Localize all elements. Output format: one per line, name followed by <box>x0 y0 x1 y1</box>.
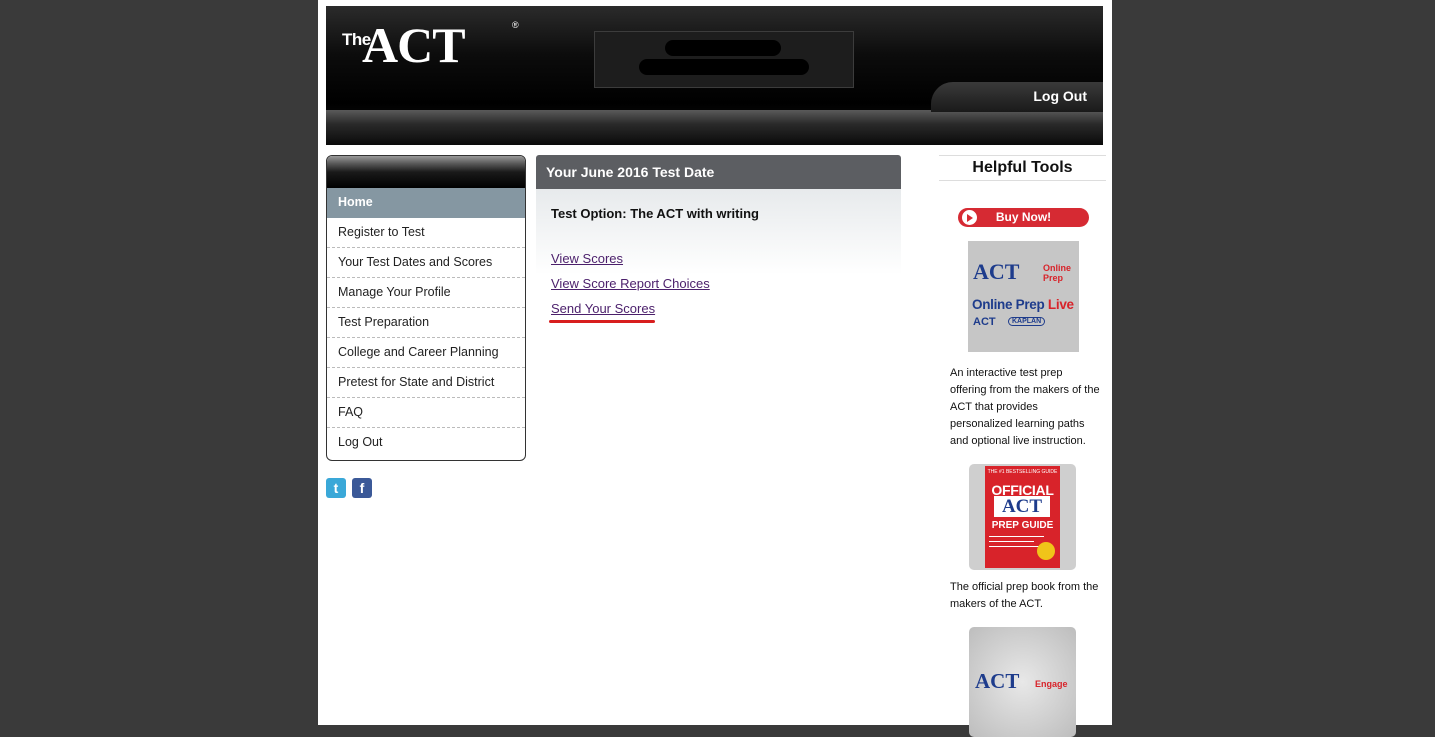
panel-title: Your June 2016 Test Date <box>536 155 901 189</box>
book-tagline: THE #1 BESTSELLING GUIDE <box>987 469 1058 475</box>
book-act: ACT <box>994 496 1050 517</box>
ad3-engage-text: Engage <box>1035 679 1068 689</box>
sidebar-item-college-career[interactable]: College and Career Planning <box>327 338 525 368</box>
play-icon <box>962 210 977 225</box>
book-seal-icon <box>1037 542 1055 560</box>
ad3-act-text: ACT <box>975 669 1020 693</box>
user-info-box <box>594 31 854 88</box>
sidebar-nav-header <box>327 156 525 188</box>
buy-now-label: Buy Now! <box>995 210 1052 224</box>
book-line <box>989 536 1044 537</box>
test-option-text: Test Option: The ACT with writing <box>551 206 759 221</box>
book-prep-guide: PREP GUIDE <box>991 520 1054 531</box>
helpful-tools-column: Helpful Tools Buy Now! ACT Online Prep O… <box>939 155 1106 737</box>
act-engage-ad[interactable]: ACT Engage <box>969 627 1076 737</box>
header-logout-link[interactable]: Log Out <box>1033 88 1087 104</box>
ad1-act-small: ACT <box>973 316 996 328</box>
sidebar-item-test-preparation[interactable]: Test Preparation <box>327 308 525 338</box>
sidebar-item-faq[interactable]: FAQ <box>327 398 525 428</box>
official-prep-guide-ad[interactable]: THE #1 BESTSELLING GUIDE OFFICIAL ACT PR… <box>969 464 1076 570</box>
ad1-live: Live <box>1047 297 1074 312</box>
helpful-tools-title: Helpful Tools <box>939 155 1106 181</box>
online-prep-description: An interactive test prep offering from t… <box>950 367 1100 447</box>
ad1-online-prep-live: Online Prep Live <box>972 297 1074 312</box>
redacted-id <box>639 59 809 75</box>
sidebar-nav: Home Register to Test Your Test Dates an… <box>326 155 526 461</box>
page-container: The ACT ® Log Out Home Register to Test … <box>318 0 1112 737</box>
ad1-online-prep-small: Online Prep <box>1043 263 1072 283</box>
site-header: The ACT ® Log Out <box>326 6 1103 145</box>
sidebar-item-home[interactable]: Home <box>327 188 525 218</box>
send-your-scores-link[interactable]: Send Your Scores <box>551 301 655 316</box>
red-highlight-underline <box>549 320 655 323</box>
logo-registered: ® <box>512 20 519 30</box>
buy-now-button[interactable]: Buy Now! <box>958 208 1089 227</box>
book-line <box>989 546 1039 547</box>
redacted-name <box>665 40 781 56</box>
sidebar-item-pretest[interactable]: Pretest for State and District <box>327 368 525 398</box>
facebook-icon[interactable]: f <box>352 478 372 498</box>
view-scores-link[interactable]: View Scores <box>551 251 623 266</box>
sidebar-item-logout[interactable]: Log Out <box>327 428 525 457</box>
social-links: tf <box>326 478 378 498</box>
book-line <box>989 541 1034 542</box>
sidebar-item-test-dates-scores[interactable]: Your Test Dates and Scores <box>327 248 525 278</box>
ad1-online-prep: Online Prep <box>972 297 1045 312</box>
act-online-prep-ad[interactable]: ACT Online Prep Online Prep Live ACT KAP… <box>968 241 1079 352</box>
view-score-report-choices-link[interactable]: View Score Report Choices <box>551 276 710 291</box>
sidebar-item-register[interactable]: Register to Test <box>327 218 525 248</box>
twitter-icon[interactable]: t <box>326 478 346 498</box>
sidebar-item-manage-profile[interactable]: Manage Your Profile <box>327 278 525 308</box>
header-lower-bar <box>326 110 1103 145</box>
ad1-kaplan: KAPLAN <box>1008 317 1046 326</box>
prep-guide-book-cover: THE #1 BESTSELLING GUIDE OFFICIAL ACT PR… <box>985 466 1060 568</box>
ad1-act-text: ACT <box>973 259 1020 284</box>
logo-act: ACT <box>362 17 466 73</box>
prep-guide-description: The official prep book from the makers o… <box>950 581 1099 610</box>
